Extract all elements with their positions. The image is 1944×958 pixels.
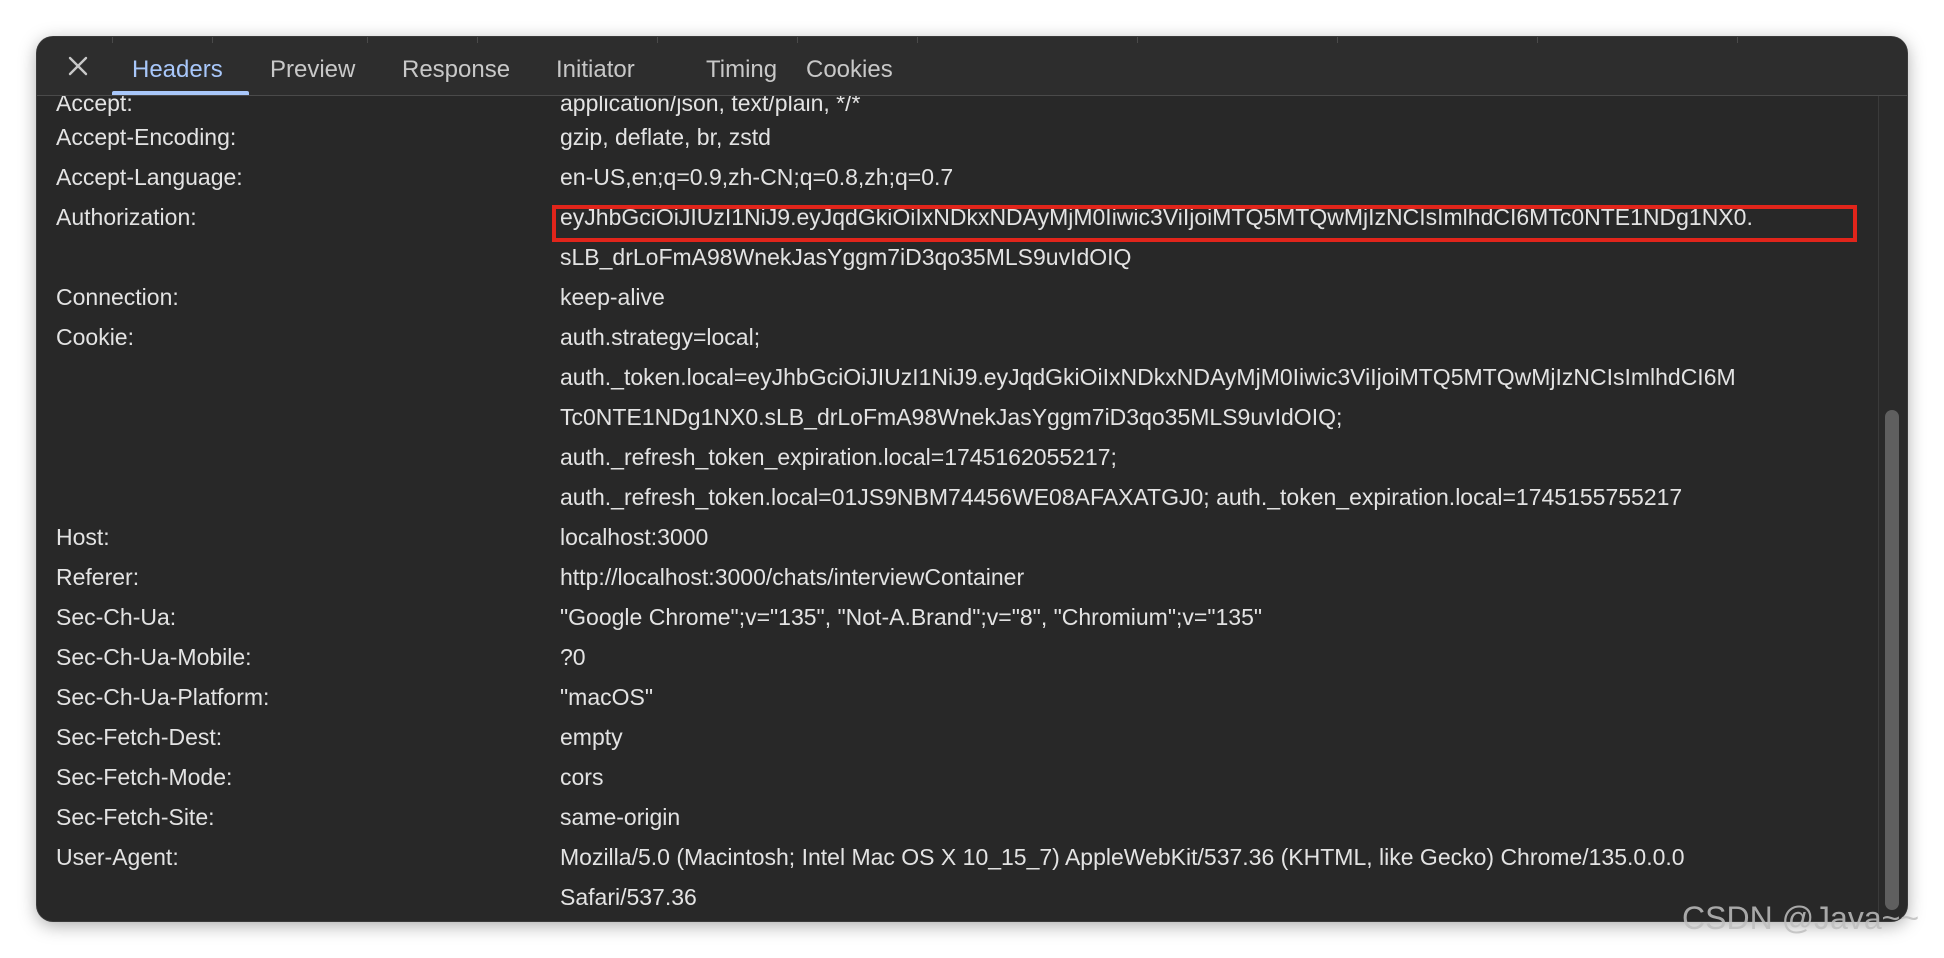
- user-agent-line-1: Mozilla/5.0 (Macintosh; Intel Mac OS X 1…: [560, 844, 1685, 870]
- header-key: Referer:: [56, 564, 140, 590]
- header-key: Accept-Language:: [56, 164, 243, 190]
- authorization-token-line-2: sLB_drLoFmA98WnekJasYggm7iD3qo35MLS9uvId…: [560, 244, 1132, 270]
- header-row-host: Host: localhost:3000: [37, 517, 1907, 557]
- tab-headers[interactable]: Headers: [132, 37, 223, 95]
- user-agent-line-2: Safari/537.36: [560, 884, 697, 910]
- header-row-cookie-cont: auth._refresh_token.local=01JS9NBM74456W…: [37, 477, 1907, 517]
- header-row-sec-ch-ua-platform: Sec-Ch-Ua-Platform: "macOS": [37, 677, 1907, 717]
- header-value: keep-alive: [560, 284, 665, 310]
- cookie-line-1: auth.strategy=local;: [560, 324, 761, 350]
- header-row-cookie-cont: auth._refresh_token_expiration.local=174…: [37, 437, 1907, 477]
- header-value: en-US,en;q=0.9,zh-CN;q=0.8,zh;q=0.7: [560, 164, 954, 190]
- active-tab-indicator: [112, 91, 249, 95]
- header-row-sec-fetch-dest: Sec-Fetch-Dest: empty: [37, 717, 1907, 757]
- header-value: cors: [560, 764, 604, 790]
- tab-preview[interactable]: Preview: [270, 37, 355, 95]
- header-value: gzip, deflate, br, zstd: [560, 124, 771, 150]
- header-row-cookie-cont: Tc0NTE1NDg1NX0.sLB_drLoFmA98WnekJasYggm7…: [37, 397, 1907, 437]
- devtools-network-panel: Headers Preview Response Initiator Timin…: [37, 37, 1907, 921]
- close-button[interactable]: [61, 49, 95, 83]
- header-row-connection: Connection: keep-alive: [37, 277, 1907, 317]
- header-row-user-agent-cont: Safari/537.36: [37, 877, 1907, 917]
- header-value: "macOS": [560, 684, 654, 710]
- authorization-highlight-box: [552, 205, 1857, 242]
- header-value: localhost:3000: [560, 524, 709, 550]
- cookie-line-5: auth._refresh_token.local=01JS9NBM74456W…: [560, 484, 1683, 510]
- header-key: Sec-Ch-Ua-Platform:: [56, 684, 270, 710]
- header-key: Sec-Fetch-Mode:: [56, 764, 233, 790]
- header-key: User-Agent:: [56, 844, 179, 870]
- header-value: empty: [560, 724, 623, 750]
- header-row-accept-language: Accept-Language: en-US,en;q=0.9,zh-CN;q=…: [37, 157, 1907, 197]
- cookie-line-3: Tc0NTE1NDg1NX0.sLB_drLoFmA98WnekJasYggm7…: [560, 404, 1343, 430]
- header-value: http://localhost:3000/chats/interviewCon…: [560, 564, 1025, 590]
- header-key: Sec-Fetch-Dest:: [56, 724, 223, 750]
- header-row-authorization-cont: sLB_drLoFmA98WnekJasYggm7iD3qo35MLS9uvId…: [37, 237, 1907, 277]
- header-key: Authorization:: [56, 204, 197, 230]
- header-key: Host:: [56, 524, 110, 550]
- header-key: Sec-Fetch-Site:: [56, 804, 215, 830]
- header-key: Accept-Encoding:: [56, 124, 237, 150]
- cookie-line-4: auth._refresh_token_expiration.local=174…: [560, 444, 1117, 470]
- header-value: same-origin: [560, 804, 681, 830]
- header-key: Cookie:: [56, 324, 134, 350]
- header-row-user-agent: User-Agent: Mozilla/5.0 (Macintosh; Inte…: [37, 837, 1907, 877]
- header-row-sec-ch-ua: Sec-Ch-Ua: "Google Chrome";v="135", "Not…: [37, 597, 1907, 637]
- tab-response[interactable]: Response: [402, 37, 510, 95]
- cookie-line-2: auth._token.local=eyJhbGciOiJIUzI1NiJ9.e…: [560, 364, 1736, 390]
- close-icon: [68, 56, 88, 76]
- tab-timing[interactable]: Timing: [706, 37, 777, 95]
- vertical-scrollbar[interactable]: [1878, 96, 1907, 921]
- header-key: Sec-Ch-Ua:: [56, 604, 177, 630]
- watermark-text: CSDN @Java~~: [1682, 900, 1920, 936]
- scrollbar-thumb[interactable]: [1885, 410, 1899, 910]
- header-row-referer: Referer: http://localhost:3000/chats/int…: [37, 557, 1907, 597]
- header-row-cookie: Cookie: auth.strategy=local;: [37, 317, 1907, 357]
- header-row-sec-ch-ua-mobile: Sec-Ch-Ua-Mobile: ?0: [37, 637, 1907, 677]
- header-row-sec-fetch-site: Sec-Fetch-Site: same-origin: [37, 797, 1907, 837]
- header-row-cookie-cont: auth._token.local=eyJhbGciOiJIUzI1NiJ9.e…: [37, 357, 1907, 397]
- tab-bar: Headers Preview Response Initiator Timin…: [37, 37, 1907, 96]
- header-key: Sec-Ch-Ua-Mobile:: [56, 644, 252, 670]
- tab-initiator[interactable]: Initiator: [556, 37, 635, 95]
- header-row-accept-encoding: Accept-Encoding: gzip, deflate, br, zstd: [37, 117, 1907, 157]
- header-row-sec-fetch-mode: Sec-Fetch-Mode: cors: [37, 757, 1907, 797]
- header-key: Connection:: [56, 284, 179, 310]
- header-value: "Google Chrome";v="135", "Not-A.Brand";v…: [560, 604, 1263, 630]
- header-value: ?0: [560, 644, 586, 670]
- tab-cookies[interactable]: Cookies: [806, 37, 893, 95]
